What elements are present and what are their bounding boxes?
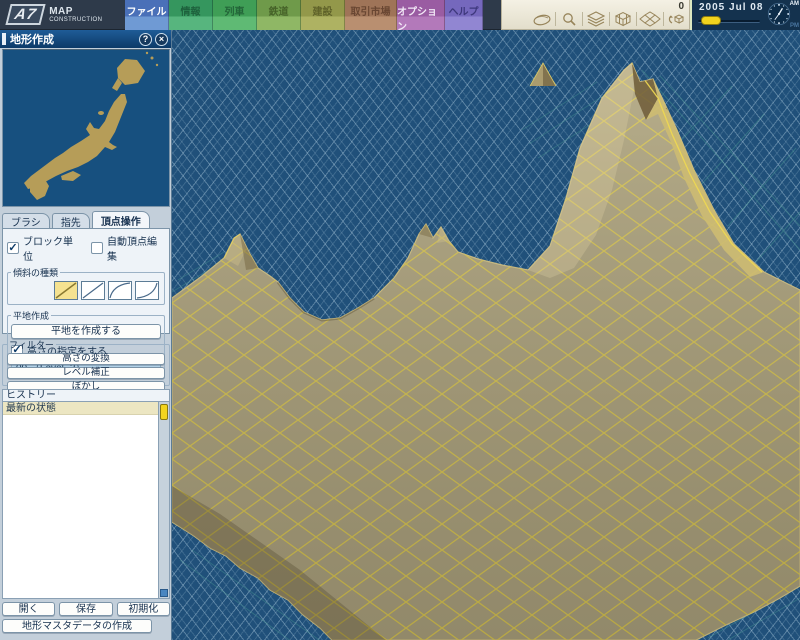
- menu-item-market[interactable]: 取引市場: [345, 0, 397, 30]
- terrain-tool-panel: 地形作成 ? × ブラシ 指先 頂点操作: [0, 30, 172, 640]
- app-logo: A7 MAP CONSTRUCTION: [0, 0, 125, 30]
- toolbar: 0: [501, 0, 690, 30]
- block-unit-label: ブロック単位: [23, 233, 81, 263]
- tab-fingertip[interactable]: 指先: [52, 213, 90, 228]
- panel-title: 地形作成: [10, 31, 139, 47]
- slope-type-legend: 傾斜の種類: [11, 266, 60, 279]
- auto-vertex-label: 自動頂点編集: [107, 233, 165, 263]
- master-data-row: 地形マスタデータの作成: [2, 619, 152, 633]
- am-label: AM: [790, 1, 799, 7]
- menu-bar: A7 MAP CONSTRUCTION ファイル 情報 列車 鉄道 建設 取引市…: [0, 0, 800, 30]
- slope-type-section: 傾斜の種類: [7, 266, 165, 305]
- block-unit-checkbox[interactable]: ✓: [7, 242, 19, 254]
- slope-convex-button[interactable]: [135, 281, 159, 300]
- toolbar-separator: [582, 12, 583, 26]
- initialize-button[interactable]: 初期化: [117, 602, 170, 616]
- create-flat-land-button[interactable]: 平地を作成する: [11, 324, 161, 339]
- flat-land-legend: 平地作成: [11, 309, 51, 322]
- toolbar-separator: [663, 12, 664, 26]
- help-button[interactable]: ?: [139, 33, 152, 46]
- pm-label: PM: [790, 23, 799, 29]
- height-convert-button[interactable]: 高さの変換: [7, 353, 165, 365]
- logo-line1: MAP: [49, 7, 102, 17]
- map-construction-window: A7 MAP CONSTRUCTION ファイル 情報 列車 鉄道 建設 取引市…: [0, 0, 800, 640]
- panel-footer: 開く 保存 初期化: [2, 602, 170, 616]
- rotate-view-icon[interactable]: [665, 11, 689, 28]
- toolbar-separator: [636, 12, 637, 26]
- history-scrollbar[interactable]: [158, 402, 169, 598]
- offshore-peak: [530, 63, 556, 86]
- slope-straight-selected-button[interactable]: [54, 281, 78, 300]
- tab-brush[interactable]: ブラシ: [2, 213, 50, 228]
- title-accent-bar: [2, 33, 6, 45]
- menu-gap: [483, 0, 501, 30]
- logo-line2: CONSTRUCTION: [49, 17, 102, 23]
- open-button[interactable]: 開く: [2, 602, 55, 616]
- analog-clock-icon: [766, 1, 792, 27]
- menu-item-rail[interactable]: 鉄道: [257, 0, 301, 30]
- menu-item-build[interactable]: 建設: [301, 0, 345, 30]
- block-layers-icon[interactable]: [611, 11, 635, 28]
- tab-vertex-operation[interactable]: 頂点操作: [92, 211, 150, 228]
- slope-straight-button[interactable]: [81, 281, 105, 300]
- filter-legend: フィルター: [7, 338, 56, 351]
- filter-section: フィルター 高さの変換 レベル補正 ぼかし: [2, 338, 170, 386]
- toolbar-separator: [555, 12, 556, 26]
- history-section: ヒストリー 最新の状態: [2, 389, 170, 599]
- japan-minimap[interactable]: [2, 49, 170, 207]
- terrain-landmass: [172, 63, 800, 640]
- clock-panel: 2005 Jul 08 AM PM: [690, 0, 800, 30]
- menu-item-info[interactable]: 情報: [169, 0, 213, 30]
- flat-view-icon[interactable]: [530, 11, 554, 28]
- zoom-icon[interactable]: [557, 11, 581, 28]
- auto-vertex-checkbox[interactable]: [91, 242, 103, 254]
- close-button[interactable]: ×: [155, 33, 168, 46]
- menu-item-train[interactable]: 列車: [213, 0, 257, 30]
- menu-item-file[interactable]: ファイル: [125, 0, 169, 30]
- time-slider[interactable]: [698, 20, 760, 23]
- save-button[interactable]: 保存: [59, 602, 112, 616]
- tool-tabs: ブラシ 指先 頂点操作: [2, 211, 170, 228]
- slope-concave-button[interactable]: [108, 281, 132, 300]
- level-correct-button[interactable]: レベル補正: [7, 367, 165, 379]
- history-scrollbar-thumb[interactable]: [160, 404, 168, 420]
- layer-stack-icon[interactable]: [584, 11, 608, 28]
- time-slider-thumb[interactable]: [701, 16, 721, 25]
- toolbar-separator: [609, 12, 610, 26]
- logo-a7-icon: A7: [5, 4, 45, 25]
- mesh-grid-icon[interactable]: [638, 11, 662, 28]
- game-date: 2005 Jul 08: [699, 2, 763, 13]
- panel-title-bar: 地形作成 ? ×: [0, 30, 171, 48]
- terrain-3d-viewport[interactable]: [172, 30, 800, 640]
- create-master-data-button[interactable]: 地形マスタデータの作成: [2, 619, 152, 633]
- history-item-latest[interactable]: 最新の状態: [3, 402, 158, 415]
- history-scrollbar-down-button[interactable]: [160, 589, 168, 597]
- vertex-tab-content: ✓ ブロック単位 自動頂点編集 傾斜の種類: [2, 228, 170, 334]
- history-list[interactable]: 最新の状態: [2, 401, 170, 599]
- history-label: ヒストリー: [2, 389, 170, 401]
- menu-item-help[interactable]: ヘルプ: [445, 0, 483, 30]
- menu-item-options[interactable]: オプション: [397, 0, 445, 30]
- terrain-mesh-render: [172, 30, 800, 640]
